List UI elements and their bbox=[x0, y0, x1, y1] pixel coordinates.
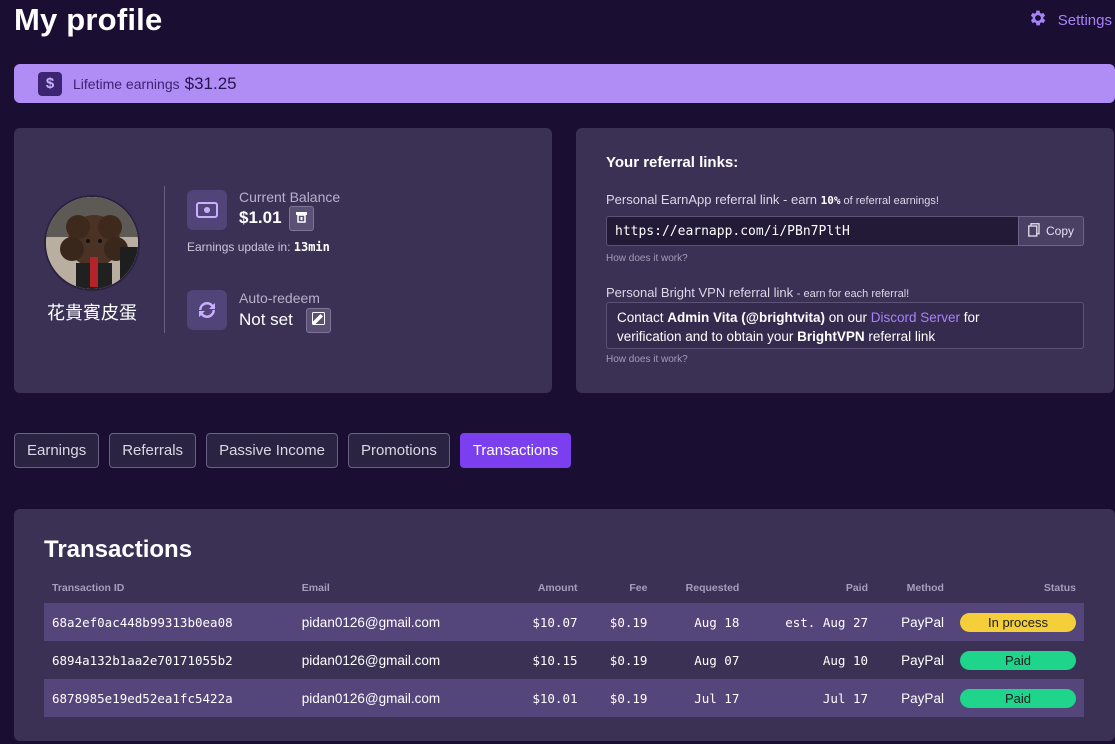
earnings-update: Earnings update in: 13min bbox=[187, 240, 330, 254]
table-row: 6878985e19ed52ea1fc5422a pidan0126@gmail… bbox=[44, 679, 1084, 717]
auto-redeem-value: Not set bbox=[239, 310, 293, 329]
refresh-icon bbox=[187, 290, 227, 330]
referral-card: Your referral links: Personal EarnApp re… bbox=[576, 128, 1114, 393]
transaction-requested: Aug 18 bbox=[655, 603, 748, 641]
dollar-icon: $ bbox=[38, 71, 62, 96]
redeem-button[interactable] bbox=[289, 206, 314, 231]
discord-server-link[interactable]: Discord Server bbox=[871, 310, 960, 325]
vertical-divider bbox=[164, 186, 165, 333]
vpn-admin: Admin Vita (@brightvita) bbox=[667, 310, 825, 325]
tab-passive-income[interactable]: Passive Income bbox=[206, 433, 338, 468]
transaction-amount: $10.01 bbox=[493, 679, 586, 717]
transaction-method: PayPal bbox=[876, 603, 952, 641]
column-header: Transaction ID bbox=[52, 582, 125, 594]
transaction-method: PayPal bbox=[876, 679, 952, 717]
how-does-it-work-link[interactable]: How does it work? bbox=[606, 253, 688, 264]
vpn-on-our: on our bbox=[824, 310, 871, 325]
bright-vpn-referral-label: Personal Bright VPN referral link - earn… bbox=[606, 285, 909, 300]
settings-link[interactable]: Settings bbox=[1028, 8, 1112, 32]
transaction-email: pidan0126@gmail.com bbox=[301, 652, 441, 668]
table-row: 68a2ef0ac448b99313b0ea08 pidan0126@gmail… bbox=[44, 603, 1084, 641]
earnapp-referral-label: Personal EarnApp referral link - earn 10… bbox=[606, 192, 939, 207]
earnapp-label-suffix: of referral earnings! bbox=[840, 195, 939, 207]
transaction-id: 6878985e19ed52ea1fc5422a bbox=[44, 679, 294, 717]
column-header: Paid bbox=[845, 582, 869, 594]
column-header: Amount bbox=[537, 582, 578, 594]
column-header: Requested bbox=[685, 582, 740, 594]
vpn-info-box: Contact Admin Vita (@brightvita) on our … bbox=[606, 302, 1084, 349]
vpn-contact-text: Contact bbox=[617, 310, 668, 325]
redeem-icon bbox=[296, 210, 307, 228]
copy-icon bbox=[1028, 222, 1040, 240]
transactions-card: Transactions Transaction ID Email Amount… bbox=[14, 509, 1115, 741]
lifetime-earnings-value: $31.25 bbox=[184, 73, 237, 93]
profile-tabs: Earnings Referrals Passive Income Promot… bbox=[14, 433, 572, 468]
vpn-label-text: Personal Bright VPN referral link bbox=[606, 285, 797, 300]
transaction-amount: $10.07 bbox=[493, 603, 586, 641]
vpn-line2-text: verification and to obtain your bbox=[617, 329, 798, 344]
transaction-fee: $0.19 bbox=[585, 679, 656, 717]
column-header: Method bbox=[906, 582, 944, 594]
earnings-update-label: Earnings update in: bbox=[187, 240, 291, 254]
transaction-status: Paid bbox=[951, 679, 1084, 717]
profile-card: 花貴賓皮蛋 Current Balance $1.01 Earnings upd… bbox=[14, 128, 552, 393]
transaction-email: pidan0126@gmail.com bbox=[293, 603, 494, 641]
transaction-requested: Jul 17 bbox=[655, 679, 748, 717]
transaction-fee: $0.19 bbox=[609, 652, 648, 668]
lifetime-earnings-label: Lifetime earnings bbox=[73, 75, 180, 92]
referral-link-input[interactable]: https://earnapp.com/i/PBn7PltH bbox=[606, 216, 1018, 246]
table-row: 6894a132b1aa2e70171055b2 pidan0126@gmail… bbox=[44, 641, 1084, 679]
status-badge: Paid bbox=[960, 650, 1076, 670]
transaction-paid: Aug 10 bbox=[822, 652, 869, 668]
copy-label: Copy bbox=[1045, 224, 1074, 238]
auto-redeem-label: Auto-redeem bbox=[239, 290, 320, 306]
edit-auto-redeem-button[interactable] bbox=[306, 308, 331, 333]
transaction-id: 68a2ef0ac448b99313b0ea08 bbox=[44, 603, 294, 641]
transaction-fee: $0.19 bbox=[585, 603, 656, 641]
transaction-id: 6894a132b1aa2e70171055b2 bbox=[52, 652, 233, 668]
transactions-table: Transaction ID Email Amount Fee Requeste… bbox=[44, 573, 1084, 717]
money-icon bbox=[187, 190, 227, 230]
transaction-requested: Aug 07 bbox=[694, 652, 740, 668]
column-header: Fee bbox=[629, 582, 648, 594]
transaction-amount: $10.15 bbox=[532, 652, 578, 668]
transactions-title: Transactions bbox=[44, 536, 193, 563]
lifetime-earnings-banner: $ Lifetime earnings $31.25 bbox=[14, 64, 1115, 103]
tab-transactions[interactable]: Transactions bbox=[459, 433, 572, 468]
status-badge: Paid bbox=[960, 688, 1076, 708]
transaction-method: PayPal bbox=[901, 652, 944, 668]
referral-title: Your referral links: bbox=[606, 154, 739, 171]
tab-earnings[interactable]: Earnings bbox=[14, 433, 100, 468]
how-does-it-work-link-vpn[interactable]: How does it work? bbox=[606, 354, 688, 365]
username: 花貴賓皮蛋 bbox=[47, 303, 137, 324]
page-title: My profile bbox=[14, 2, 163, 37]
column-header: Email bbox=[301, 582, 330, 594]
current-balance-value: $1.01 bbox=[239, 208, 282, 227]
avatar[interactable] bbox=[44, 195, 140, 291]
vpn-for: for bbox=[960, 310, 980, 325]
transaction-email: pidan0126@gmail.com bbox=[293, 679, 494, 717]
earnapp-label-text: Personal EarnApp referral link - earn bbox=[606, 192, 821, 207]
earnapp-percent: 10% bbox=[820, 194, 841, 207]
earnings-update-value: 13min bbox=[293, 240, 330, 254]
transaction-paid: est. Aug 27 bbox=[747, 603, 877, 641]
gear-icon bbox=[1028, 8, 1048, 32]
current-balance-label: Current Balance bbox=[239, 189, 341, 205]
vpn-label-suffix: - earn for each referral! bbox=[796, 288, 910, 300]
transaction-paid: Jul 17 bbox=[747, 679, 877, 717]
table-header-row: Transaction ID Email Amount Fee Requeste… bbox=[44, 573, 1084, 603]
transaction-status: In process bbox=[951, 603, 1084, 641]
vpn-brightvpn: BrightVPN bbox=[797, 329, 865, 344]
settings-label: Settings bbox=[1057, 11, 1112, 29]
vpn-line2-suffix: referral link bbox=[864, 329, 936, 344]
column-header: Status bbox=[1043, 582, 1076, 594]
transaction-status: Paid bbox=[952, 641, 1084, 679]
status-badge: In process bbox=[960, 612, 1076, 632]
copy-button[interactable]: Copy bbox=[1018, 216, 1084, 246]
tab-promotions[interactable]: Promotions bbox=[347, 433, 450, 468]
tab-referrals[interactable]: Referrals bbox=[109, 433, 197, 468]
edit-icon bbox=[312, 311, 325, 330]
